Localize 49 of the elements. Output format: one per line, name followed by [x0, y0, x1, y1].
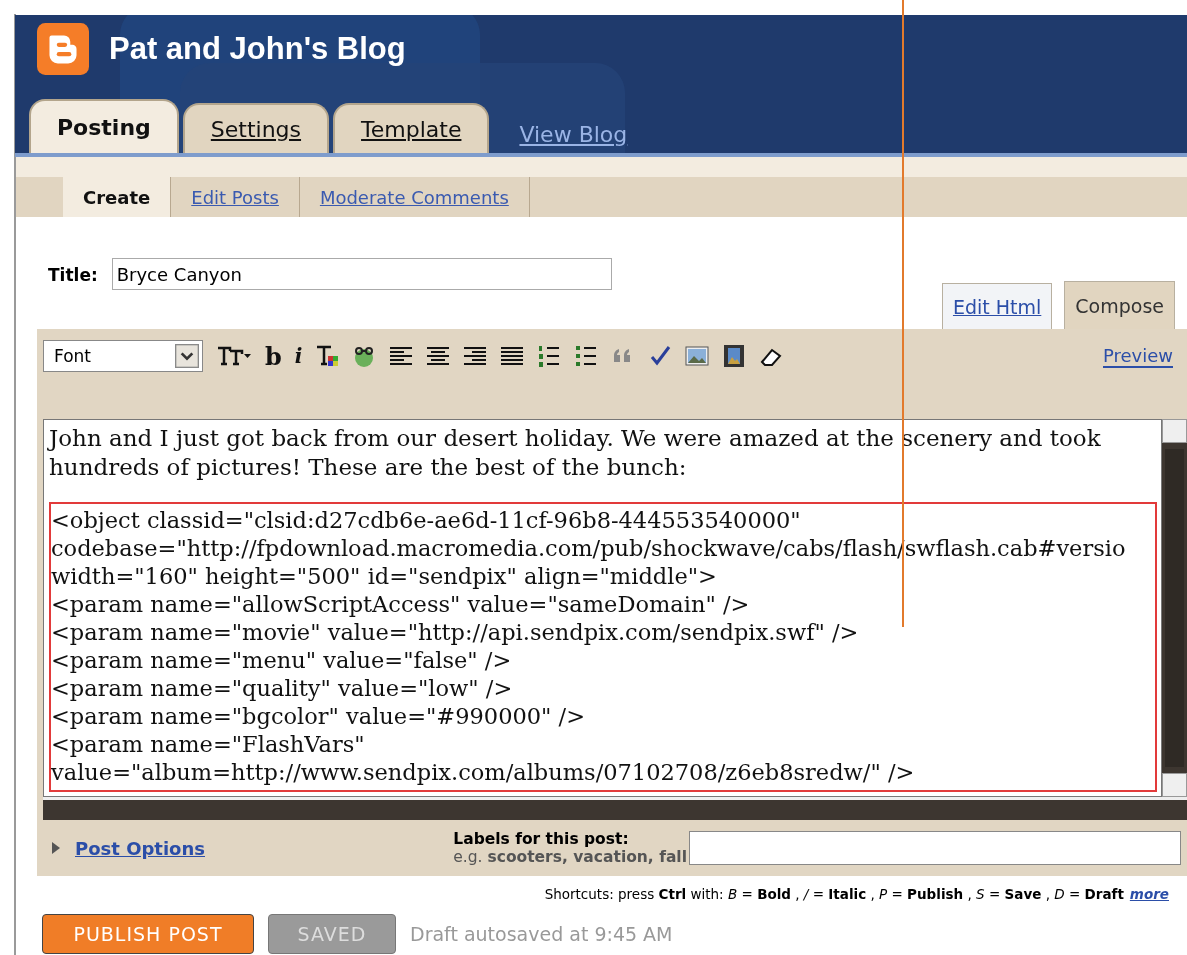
title-label: Title:	[48, 265, 98, 285]
code-line: <param name="allowScriptAccess" value="sameDomain" />	[51, 590, 751, 618]
font-dropdown[interactable]: Font	[43, 340, 203, 372]
labels-heading: Labels for this post:	[453, 830, 630, 848]
code-line: <param name="bgcolor" value="#990000" />	[51, 702, 587, 730]
sub-tab[interactable]: Create	[63, 177, 172, 217]
blog-title: Pat and John's Blog	[109, 31, 406, 67]
horizontal-scrollbar[interactable]	[43, 797, 1187, 820]
code-line: <param name="quality" value="low" />	[51, 674, 514, 702]
align-center-icon[interactable]	[426, 344, 451, 368]
code-line: value="album=http://www.sendpix.com/albums/07102708/z6eb8sredw/" />	[51, 758, 916, 786]
film-icon[interactable]	[722, 344, 747, 368]
sub-tab[interactable]: Edit Posts	[171, 177, 300, 217]
nav-tab[interactable]: Template	[333, 103, 490, 153]
numbered-list-icon[interactable]	[537, 344, 562, 368]
mode-tab[interactable]: Edit Html	[941, 283, 1053, 329]
text-color-icon[interactable]	[315, 344, 340, 368]
code-line: <param name="FlashVars"	[51, 730, 366, 758]
labels-hint: e.g. scooters, vacation, fall	[453, 848, 687, 866]
expand-triangle-icon[interactable]	[51, 841, 61, 855]
code-line: <object classid="clsid:d27cdb6e-ae6d-11cf-96b8-444553540000"	[51, 506, 802, 534]
view-blog-link[interactable]: View Blog	[519, 122, 628, 147]
shortcuts-text: Shortcuts: press Ctrl with: B = Bold , / = Italic , P = Publish , S = Save , D = Draft	[544, 886, 1124, 902]
italic-button[interactable]: i	[294, 344, 303, 368]
justify-icon[interactable]	[500, 344, 525, 368]
code-line: <param name="movie" value="http://api.sendpix.com/sendpix.swf" />	[51, 618, 860, 646]
bullet-list-icon[interactable]	[574, 344, 599, 368]
nav-tab[interactable]: Settings	[182, 103, 330, 153]
editor-area[interactable]	[43, 419, 1162, 797]
post-options-link[interactable]: Post Options	[75, 837, 205, 859]
blog-logo-icon	[37, 23, 89, 75]
autosave-status: Draft autosaved at 9:45 AM	[410, 923, 673, 945]
image-icon[interactable]	[685, 344, 710, 368]
align-left-icon[interactable]	[389, 344, 414, 368]
bold-button[interactable]: b	[265, 341, 282, 371]
mode-tab[interactable]: Compose	[1064, 281, 1175, 329]
vertical-scrollbar[interactable]	[1162, 419, 1187, 797]
labels-field[interactable]	[689, 831, 1181, 865]
nav-tab[interactable]: Posting	[29, 99, 179, 153]
align-right-icon[interactable]	[463, 344, 488, 368]
code-line: width="160" height="500" id="sendpix" align="middle">	[51, 562, 718, 590]
spellcheck-icon[interactable]	[648, 344, 673, 368]
title-field[interactable]: Bryce Canyon	[111, 258, 612, 290]
sub-tab[interactable]: Moderate Comments	[299, 177, 530, 217]
font-size-icon[interactable]	[216, 344, 252, 368]
post-paragraph: John and I just got back from our desert holiday. We were amazed at the scenery and took hundreds of pictures! These are the best of the bunch:	[49, 424, 1102, 482]
code-line: <param name="menu" value="false" />	[51, 646, 513, 674]
preview-link[interactable]: Preview	[1102, 344, 1173, 368]
more-link[interactable]: more	[1129, 886, 1169, 902]
